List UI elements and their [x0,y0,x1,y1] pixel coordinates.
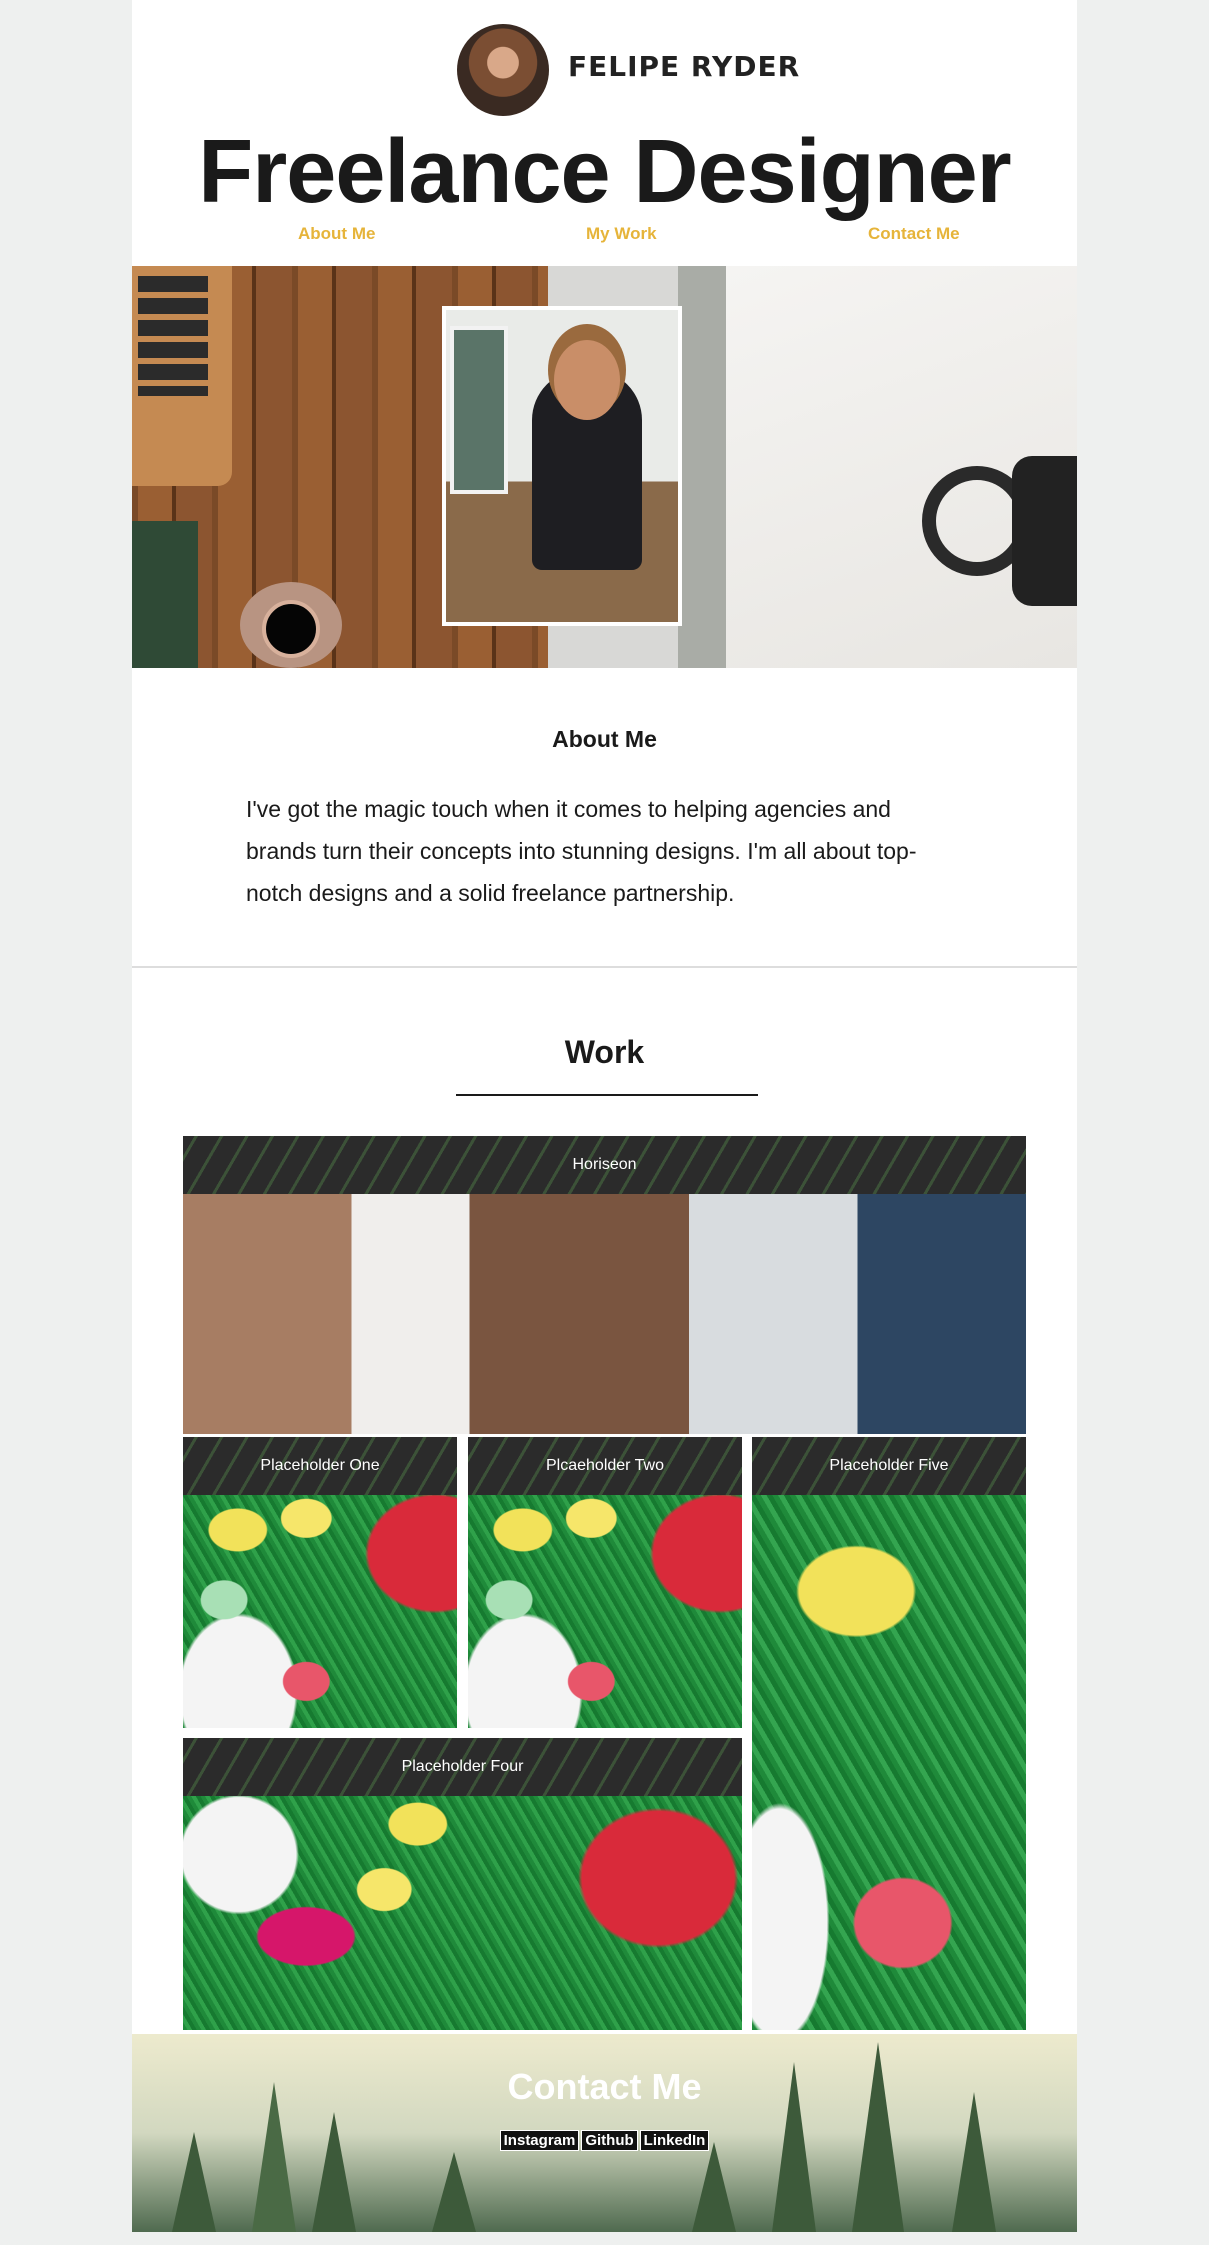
contact-footer: Contact Me Instagram Github LinkedIn [132,2034,1077,2232]
project-label: Placeholder One [183,1437,457,1495]
work-heading: Work [564,1034,645,1070]
photo-door [450,326,508,494]
about-heading: About Me [552,726,657,752]
project-card-placeholder-five[interactable]: Placeholder Five [752,1437,1026,2030]
project-image [183,1495,457,1728]
project-card-horiseon[interactable]: Horiseon [183,1136,1026,1434]
hero-coffee-mug [240,582,342,668]
project-image [183,1796,742,2030]
nav-link-about[interactable]: About Me [298,224,375,244]
linkedin-link[interactable]: LinkedIn [639,2130,710,2151]
page-container: FELIPE RYDER Freelance Designer About Me… [132,0,1077,2232]
project-image [468,1495,742,1728]
profile-photo [442,306,682,626]
page-title: Freelance Designer [198,122,1011,222]
photo-face [554,340,620,420]
brand-header: FELIPE RYDER [132,24,1077,116]
project-card-placeholder-two[interactable]: Plcaeholder Two [468,1437,742,1728]
hero-book [132,521,198,668]
hero-laptop [132,266,232,486]
project-label: Placeholder Five [752,1437,1026,1495]
nav-link-contact[interactable]: Contact Me [868,224,960,244]
social-links: Instagram Github LinkedIn [132,2130,1077,2151]
project-image [183,1194,1026,1434]
project-label: Horiseon [183,1136,1026,1194]
microphone-icon [1012,456,1077,606]
contact-heading: Contact Me [507,2066,702,2107]
main-nav: About Me My Work Contact Me [132,224,1077,248]
hero-banner [132,266,1077,668]
brand-name: FELIPE RYDER [568,50,801,83]
project-image [752,1495,1026,2030]
avatar [457,24,549,116]
section-divider [132,966,1077,968]
tree-icon [692,2142,736,2232]
project-card-placeholder-one[interactable]: Placeholder One [183,1437,457,1728]
instagram-link[interactable]: Instagram [499,2130,580,2151]
project-card-placeholder-four[interactable]: Placeholder Four [183,1738,742,2030]
project-label: Plcaeholder Two [468,1437,742,1495]
github-link[interactable]: Github [581,2130,638,2151]
tree-icon [432,2152,476,2232]
about-text: I've got the magic touch when it comes t… [246,796,917,906]
project-label: Placeholder Four [183,1738,742,1796]
hero-pillar [678,266,726,668]
work-heading-underline [456,1094,758,1096]
nav-link-work[interactable]: My Work [586,224,657,244]
tree-icon [952,2092,996,2232]
